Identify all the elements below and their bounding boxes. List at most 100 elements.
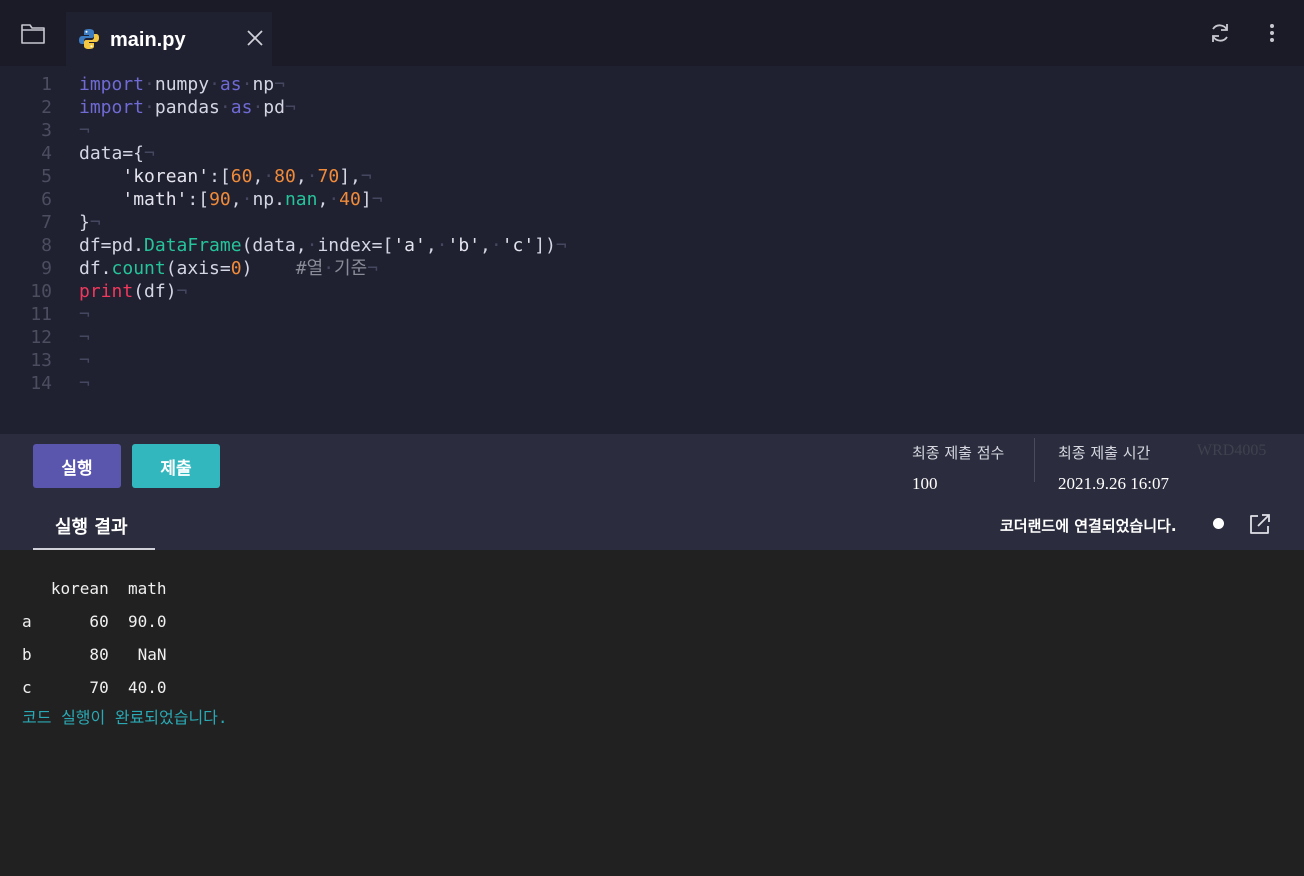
code-line[interactable]: 10 print(df)¬ (0, 280, 1304, 303)
code-token: ¬ (284, 97, 296, 118)
code-token: as (219, 74, 242, 95)
refresh-icon[interactable] (1208, 21, 1232, 45)
code-line[interactable]: 11 ¬ (0, 303, 1304, 326)
code-line[interactable]: 6 'math':[90,·np.nan,·40]¬ (0, 188, 1304, 211)
code-token: · (144, 97, 155, 118)
code-token: ¬ (360, 166, 372, 187)
code-token: ] (360, 189, 372, 210)
code-token: ¬ (144, 143, 155, 164)
code-token: ¬ (371, 189, 383, 210)
line-number: 8 (41, 235, 52, 256)
code-line[interactable]: 2 import·pandas·as·pd¬ (0, 96, 1304, 119)
code-token: np. (252, 189, 285, 210)
code-line[interactable]: 4 data={¬ (0, 142, 1304, 165)
code-token: 'c' (501, 235, 535, 256)
code-token: · (241, 189, 253, 210)
code-line[interactable]: 1 import·numpy·as·np¬ (0, 73, 1304, 96)
code-token: ], (339, 166, 361, 187)
code-token: ¬ (79, 327, 90, 348)
code-token: 40 (339, 189, 361, 210)
code-token: · (209, 74, 220, 95)
code-line[interactable]: 14 ¬ (0, 372, 1304, 395)
code-text: 'korean':[60,·80,·70],¬ (79, 165, 372, 188)
run-button[interactable]: 실행 (33, 444, 121, 488)
code-text: }¬ (79, 211, 101, 234)
final-time-value: 2021.9.26 16:07 (1058, 474, 1169, 493)
meta-divider (1034, 438, 1035, 482)
code-token: 60 (230, 166, 253, 187)
close-icon[interactable] (246, 29, 264, 47)
code-token: import (79, 97, 145, 118)
code-token: :[ (187, 189, 210, 210)
code-line[interactable]: 7 }¬ (0, 211, 1304, 234)
code-token: DataFrame (144, 235, 242, 256)
more-vertical-icon[interactable] (1262, 21, 1282, 45)
code-text: ¬ (79, 303, 90, 326)
line-number: 3 (41, 120, 52, 141)
file-tab[interactable]: main.py (66, 12, 272, 66)
code-token: (data, (241, 235, 307, 256)
code-token: data={ (79, 143, 145, 164)
code-token: 'b' (447, 235, 481, 256)
code-token: · (490, 235, 502, 256)
code-token: (axis= (165, 258, 231, 279)
code-token: count (111, 258, 166, 279)
line-number: 7 (41, 212, 52, 233)
code-token: :[ (209, 166, 231, 187)
code-token: as (230, 97, 253, 118)
line-number: 2 (41, 97, 52, 118)
code-token: ¬ (79, 373, 90, 394)
code-token: print (79, 281, 134, 302)
line-number: 6 (41, 189, 52, 210)
line-number: 12 (30, 327, 52, 348)
code-token: index=[ (317, 235, 394, 256)
code-line[interactable]: 13 ¬ (0, 349, 1304, 372)
code-token: · (306, 235, 318, 256)
watermark: WRD4005 (1197, 442, 1267, 459)
code-token: df. (79, 258, 112, 279)
code-line[interactable]: 8 df=pd.DataFrame(data,·index=['a',·'b',·… (0, 234, 1304, 257)
code-token: , (230, 189, 242, 210)
code-text: 'math':[90,·np.nan,·40]¬ (79, 188, 383, 211)
line-number: 11 (30, 304, 52, 325)
code-editor[interactable]: 1 import·numpy·as·np¬ 2 import·pandas·as·pd… (0, 66, 1304, 434)
code-token: ¬ (367, 258, 378, 279)
connection-status-dot (1213, 518, 1224, 529)
folder-icon[interactable] (20, 20, 46, 46)
tab-result[interactable]: 실행 결과 (33, 498, 155, 550)
code-token: df=pd. (79, 235, 145, 256)
code-token: · (252, 97, 264, 118)
code-token: 'math' (122, 189, 188, 210)
code-token: · (306, 166, 318, 187)
code-line[interactable]: 5 'korean':[60,·80,·70],¬ (0, 165, 1304, 188)
code-text: ¬ (79, 119, 90, 142)
code-token: ¬ (79, 304, 90, 325)
code-token: · (219, 97, 231, 118)
code-line[interactable]: 12 ¬ (0, 326, 1304, 349)
code-token: , (295, 166, 307, 187)
final-score-label: 최종 제출 점수 (912, 444, 1005, 462)
output-line: a 60 90.0 (22, 612, 167, 631)
action-bar: 실행 제출 최종 제출 점수 100 최종 제출 시간 2021.9.26 16… (0, 434, 1304, 498)
top-bar: main.py (0, 0, 1304, 66)
output-line: c 70 40.0 (22, 678, 167, 697)
result-tab-label: 실행 결과 (55, 517, 128, 538)
code-line[interactable]: 9 df.count(axis=0) #열·기준¬ (0, 257, 1304, 280)
code-token: } (79, 212, 90, 233)
code-token: ¬ (555, 235, 567, 256)
submit-button[interactable]: 제출 (132, 444, 220, 488)
code-token: ) (241, 258, 253, 279)
code-token: · (144, 74, 155, 95)
code-text: print(df)¬ (79, 280, 187, 303)
code-token: nan (284, 189, 318, 210)
line-number: 14 (30, 373, 52, 394)
code-text: import·numpy·as·np¬ (79, 73, 285, 96)
external-link-icon[interactable] (1248, 512, 1272, 536)
line-number: 9 (41, 258, 52, 279)
line-number: 4 (41, 143, 52, 164)
code-text: ¬ (79, 326, 90, 349)
code-token: 기준 (334, 258, 368, 279)
code-line[interactable]: 3 ¬ (0, 119, 1304, 142)
